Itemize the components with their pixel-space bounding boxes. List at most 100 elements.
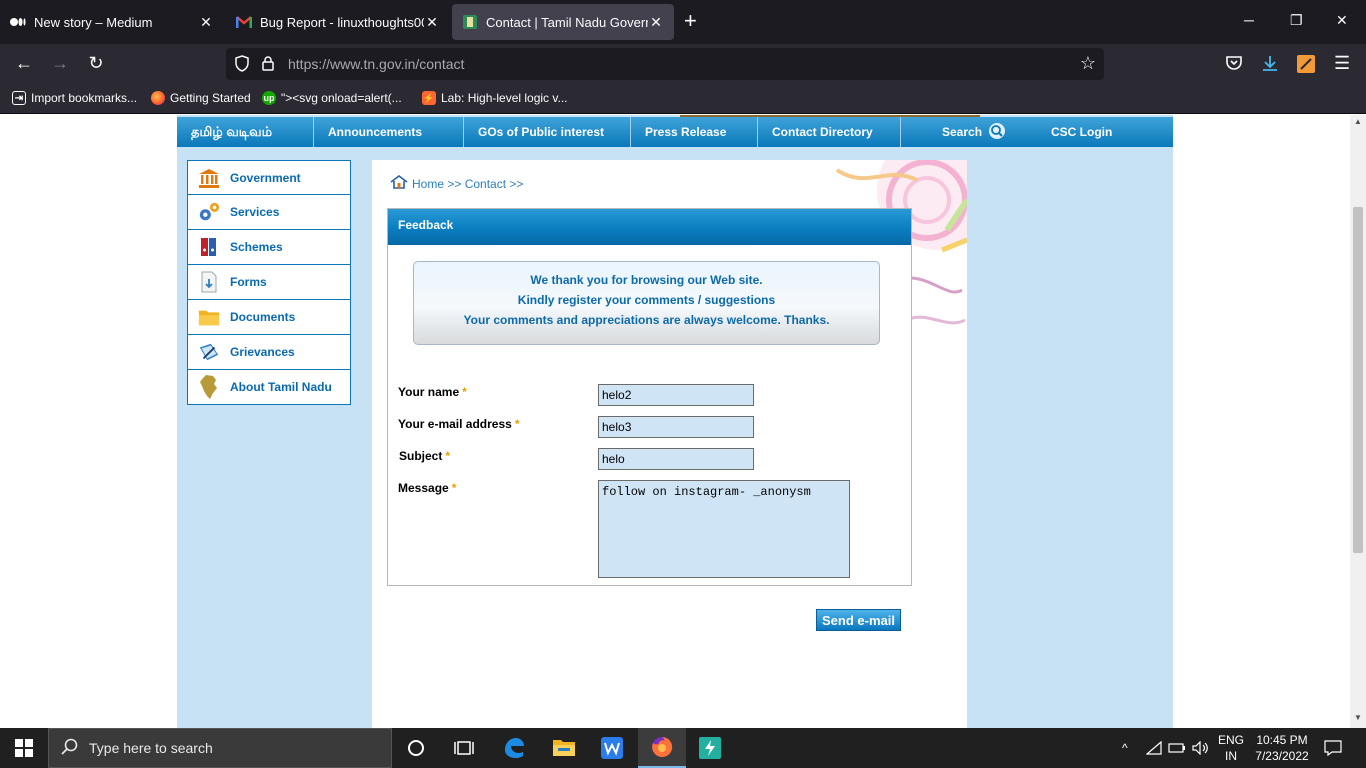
close-icon[interactable]: ✕ xyxy=(648,14,664,31)
task-view-icon[interactable] xyxy=(440,728,488,768)
gmail-icon xyxy=(236,14,252,30)
bookmarks-bar: ⇥ Import bookmarks... Getting Started up… xyxy=(0,84,1366,114)
menu-press-release[interactable]: Press Release xyxy=(631,117,758,147)
url-bar[interactable]: https://www.tn.gov.in/contact ☆ xyxy=(226,48,1104,80)
new-tab-button[interactable]: + xyxy=(684,10,697,32)
medium-icon xyxy=(10,14,26,30)
windows-start-icon[interactable] xyxy=(0,728,48,768)
tab-title: Bug Report - linuxthoughts001@ xyxy=(260,14,424,30)
binders-icon xyxy=(198,236,220,258)
show-hidden-icons-chevron-icon[interactable]: ^ xyxy=(1122,728,1128,768)
tn-gov-icon xyxy=(462,14,478,30)
home-icon[interactable] xyxy=(390,175,408,192)
forward-arrow-icon[interactable]: → xyxy=(48,53,72,74)
bookmark-lab[interactable]: ⚡ Lab: High-level logic v... xyxy=(422,91,568,105)
taskbar-search-box[interactable]: Type here to search xyxy=(48,728,392,768)
shield-icon[interactable] xyxy=(234,55,250,77)
book-pen-icon xyxy=(198,341,220,363)
reload-icon[interactable]: ↻ xyxy=(84,53,108,74)
import-icon: ⇥ xyxy=(12,91,26,105)
volume-icon[interactable] xyxy=(1192,728,1210,768)
back-arrow-icon[interactable]: ← xyxy=(12,53,36,74)
search-icon xyxy=(61,738,79,759)
scrollbar-thumb[interactable] xyxy=(1353,207,1363,553)
wps-writer-icon[interactable] xyxy=(588,728,636,768)
required-mark: * xyxy=(462,385,467,399)
sidebar-item-about-tamil-nadu[interactable]: About Tamil Nadu xyxy=(187,370,351,405)
email-field[interactable] xyxy=(598,416,754,438)
browser-tab-bar: New story – Medium ✕ Bug Report - linuxt… xyxy=(0,0,1366,44)
folder-icon xyxy=(198,306,220,328)
star-bookmark-icon[interactable]: ☆ xyxy=(1080,53,1096,74)
send-email-button[interactable]: Send e-mail xyxy=(816,609,901,631)
network-icon[interactable] xyxy=(1146,728,1162,768)
required-mark: * xyxy=(514,417,520,431)
taskbar-clock[interactable]: 10:45 PM 7/23/2022 xyxy=(1250,732,1314,764)
required-mark: * xyxy=(451,481,457,495)
page-viewport: தமிழ் வடிவம் Announcements GOs of Public… xyxy=(0,115,1350,728)
message-label: Message * xyxy=(398,481,457,495)
sidebar-item-schemes[interactable]: Schemes xyxy=(187,230,351,265)
minimize-icon[interactable]: ─ xyxy=(1244,12,1254,28)
firefox-icon xyxy=(151,91,165,105)
subject-field[interactable] xyxy=(598,448,754,470)
firefox-taskbar-icon[interactable] xyxy=(638,728,686,768)
upwork-icon: up xyxy=(262,91,276,105)
menu-csc-login[interactable]: CSC Login xyxy=(1033,117,1173,147)
file-explorer-icon[interactable] xyxy=(540,728,588,768)
sidebar-item-grievances[interactable]: Grievances xyxy=(187,335,351,370)
hamburger-menu-icon[interactable]: ☰ xyxy=(1334,53,1350,74)
feedback-header: Feedback xyxy=(388,209,911,245)
sidebar-item-government[interactable]: Government xyxy=(187,160,351,195)
thank-you-message: We thank you for browsing our Web site. … xyxy=(413,261,880,345)
sidebar-item-documents[interactable]: Documents xyxy=(187,300,351,335)
bookmark-getting-started[interactable]: Getting Started xyxy=(151,91,251,105)
cortana-icon[interactable] xyxy=(392,728,440,768)
menu-search[interactable]: Search xyxy=(901,117,1033,147)
tab-gmail[interactable]: Bug Report - linuxthoughts001@ ✕ xyxy=(226,4,450,40)
close-icon[interactable]: ✕ xyxy=(424,14,440,31)
main-content: Home >> Contact >> Feedback We thank you… xyxy=(372,160,967,728)
notifications-icon[interactable] xyxy=(1324,728,1342,768)
extension-icon[interactable] xyxy=(1297,55,1315,78)
menu-tamil-version[interactable]: தமிழ் வடிவம் xyxy=(177,117,314,147)
portswigger-icon: ⚡ xyxy=(422,91,436,105)
edge-icon[interactable] xyxy=(490,728,538,768)
feedback-panel: Feedback We thank you for browsing our W… xyxy=(387,208,912,586)
tab-medium[interactable]: New story – Medium ✕ xyxy=(0,4,224,40)
battery-icon[interactable] xyxy=(1168,728,1186,768)
sublime-bolt-icon[interactable] xyxy=(686,728,734,768)
close-icon[interactable]: ✕ xyxy=(198,14,214,31)
message-textarea[interactable]: follow on instagram- _anonysm xyxy=(598,480,850,578)
bookmark-svg-payload[interactable]: up "><svg onload=alert(... xyxy=(262,91,402,105)
main-menu-bar: தமிழ் வடிவம் Announcements GOs of Public… xyxy=(177,117,1173,147)
url-text[interactable]: https://www.tn.gov.in/contact xyxy=(288,56,464,72)
input-language[interactable]: ENG IN xyxy=(1214,732,1248,764)
window-close-icon[interactable]: ✕ xyxy=(1336,12,1348,29)
name-field[interactable] xyxy=(598,384,754,406)
scroll-up-icon[interactable]: ▲ xyxy=(1354,117,1362,126)
menu-gos-public-interest[interactable]: GOs of Public interest xyxy=(464,117,631,147)
search-icon xyxy=(988,122,1006,143)
tamil-nadu-map-icon xyxy=(198,375,220,399)
gears-icon xyxy=(198,201,220,223)
sidebar-item-services[interactable]: Services xyxy=(187,195,351,230)
breadcrumb: Home >> Contact >> xyxy=(390,175,523,192)
required-mark: * xyxy=(445,449,451,463)
tab-tn-gov[interactable]: Contact | Tamil Nadu Governme ✕ xyxy=(452,4,674,40)
sidebar: Government Services Schemes Forms Docume… xyxy=(187,160,351,405)
restore-icon[interactable]: ❐ xyxy=(1290,12,1303,29)
email-label: Your e-mail address * xyxy=(398,417,520,431)
browser-nav-bar: ← → ↻ https://www.tn.gov.in/contact ☆ ☰ xyxy=(0,44,1366,84)
download-icon[interactable] xyxy=(1261,54,1279,77)
menu-announcements[interactable]: Announcements xyxy=(314,117,464,147)
sidebar-item-forms[interactable]: Forms xyxy=(187,265,351,300)
page-scrollbar[interactable]: ▲ ▼ xyxy=(1350,115,1366,728)
breadcrumb-text[interactable]: Home >> Contact >> xyxy=(412,177,523,191)
bookmark-import[interactable]: ⇥ Import bookmarks... xyxy=(12,91,137,105)
menu-contact-directory[interactable]: Contact Directory xyxy=(758,117,901,147)
pocket-icon[interactable] xyxy=(1225,55,1243,76)
windows-taskbar: Type here to search ^ ENG IN 10:45 PM 7/… xyxy=(0,728,1366,768)
lock-icon[interactable] xyxy=(260,55,276,77)
scroll-down-icon[interactable]: ▼ xyxy=(1354,713,1362,722)
